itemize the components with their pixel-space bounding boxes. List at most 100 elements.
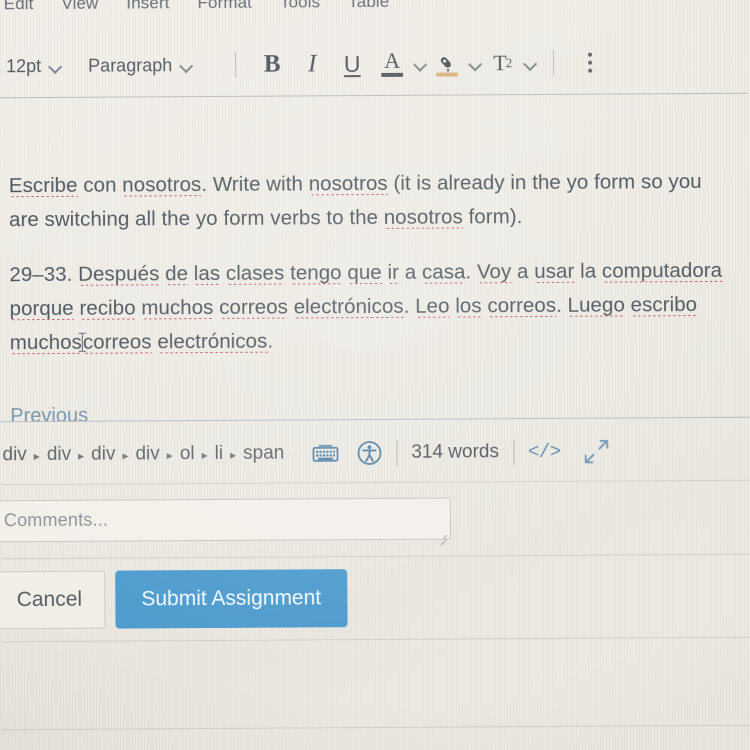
breadcrumb-separator-icon: ▸ <box>166 448 173 463</box>
superscript-base: T <box>493 50 506 76</box>
paragraph-instructions: Escribe con nosotros. Write with nosotro… <box>8 170 702 232</box>
editor-content-area[interactable]: Escribe con nosotros. Write with nosotro… <box>0 103 750 428</box>
misspelled-word: tengo <box>290 261 342 285</box>
misspelled-word: los <box>455 294 482 318</box>
paragraph-answer: 29–33. Después de las clases tengo que i… <box>9 258 723 355</box>
font-size-value: 12pt <box>6 55 42 76</box>
misspelled-word: muchos <box>9 330 82 355</box>
breadcrumb-item[interactable]: div <box>47 444 71 466</box>
breadcrumb-separator-icon: ▸ <box>230 447 237 462</box>
highlighter-pen-icon <box>434 49 460 77</box>
misspelled-word: que <box>347 260 382 285</box>
misspelled-word: nosotros <box>122 173 202 197</box>
submit-assignment-button[interactable]: Submit Assignment <box>115 569 348 629</box>
misspelled-word: de <box>165 262 189 286</box>
status-bar-divider <box>512 439 515 466</box>
previous-link[interactable]: Previous <box>10 404 88 427</box>
misspelled-word: Voy <box>476 260 512 284</box>
chevron-down-icon <box>180 61 193 69</box>
misspelled-word: correos <box>82 330 152 354</box>
chevron-down-icon[interactable] <box>414 60 427 68</box>
misspelled-word: correos <box>487 293 557 318</box>
breadcrumb-item[interactable]: span <box>243 443 284 465</box>
canvas-rich-text-editor-screen: Edit View Insert Format Tools Table 12pt… <box>0 0 750 750</box>
accessibility-checker-icon[interactable] <box>356 440 382 466</box>
comments-input[interactable] <box>0 497 452 543</box>
breadcrumb-item[interactable]: li <box>215 443 224 465</box>
highlight-color-swatch <box>436 72 459 77</box>
formatting-toolbar: 12pt Paragraph B I U A T 2 <box>0 34 748 95</box>
comments-field-wrapper <box>0 497 452 548</box>
misspelled-word: electrónicos <box>293 294 404 319</box>
breadcrumb-separator-icon: ▸ <box>201 448 208 463</box>
status-bar-divider <box>396 439 398 466</box>
vertical-dots-icon <box>588 52 593 73</box>
item-number: 29–33. <box>9 262 79 287</box>
misspelled-word: nosotros <box>308 171 388 196</box>
menu-bar: Edit View Insert Format Tools Table <box>0 0 748 19</box>
misspelled-word: porque <box>9 296 74 321</box>
font-size-dropdown[interactable]: 12pt <box>6 55 62 76</box>
element-path-breadcrumb: div ▸ div ▸ div ▸ div ▸ ol ▸ li ▸ span <box>2 443 284 467</box>
underline-button[interactable]: U <box>332 44 372 84</box>
html-editor-icon[interactable]: </> <box>528 441 561 463</box>
editor-status-bar: div ▸ div ▸ div ▸ div ▸ ol ▸ li ▸ span 3… <box>0 428 750 479</box>
highlight-button[interactable] <box>427 43 467 83</box>
misspelled-word: ir <box>387 260 400 284</box>
actions-top-divider <box>1 553 750 560</box>
page-footer-divider <box>2 724 750 731</box>
breadcrumb-item[interactable]: div <box>91 444 115 466</box>
misspelled-word: clases <box>225 261 285 285</box>
chevron-down-icon <box>49 62 62 70</box>
keyboard-shortcuts-icon[interactable] <box>312 443 339 463</box>
misspelled-word: electrónicos <box>157 329 268 354</box>
menu-item-edit[interactable]: Edit <box>4 0 34 14</box>
superscript-group: T2 <box>482 43 537 83</box>
breadcrumb-item[interactable]: div <box>135 443 159 465</box>
toolbar-divider <box>553 49 555 76</box>
superscript-button[interactable]: T2 <box>482 43 522 83</box>
menu-item-format[interactable]: Format <box>197 0 252 13</box>
cancel-button[interactable]: Cancel <box>0 570 106 630</box>
misspelled-word: muchos <box>141 295 214 320</box>
page-bottom-divider <box>1 636 750 643</box>
highlight-color-group <box>427 43 482 83</box>
chevron-down-icon[interactable] <box>469 59 482 67</box>
block-format-dropdown[interactable]: Paragraph <box>88 55 193 77</box>
font-color-icon: A <box>379 48 405 78</box>
misspelled-word: casa <box>421 260 466 284</box>
italic-button[interactable]: I <box>292 44 332 84</box>
comments-top-divider <box>0 479 750 486</box>
chevron-down-icon[interactable] <box>524 59 537 67</box>
breadcrumb-separator-icon: ▸ <box>78 448 85 463</box>
word-count[interactable]: 314 words <box>411 441 499 464</box>
breadcrumb-item[interactable]: div <box>2 444 26 466</box>
status-bar-icons <box>312 440 382 466</box>
text-color-swatch <box>381 72 404 77</box>
misspelled-word: Luego <box>567 293 625 317</box>
misspelled-word: Después <box>78 262 160 286</box>
text-color-button[interactable]: A <box>372 44 412 84</box>
misspelled-word: correos <box>219 295 288 319</box>
misspelled-word: las <box>193 261 221 286</box>
bold-button[interactable]: B <box>252 45 292 85</box>
menu-item-view[interactable]: View <box>61 0 98 14</box>
fullscreen-expand-icon[interactable] <box>583 438 611 466</box>
text-color-group: A <box>372 44 427 84</box>
toolbar-overflow-button[interactable] <box>570 43 610 83</box>
menu-item-table[interactable]: Table <box>348 0 389 12</box>
misspelled-word: computadora <box>601 258 723 283</box>
misspelled-word: Leo <box>415 294 450 318</box>
superscript-exponent: 2 <box>505 55 512 71</box>
misspelled-word: recibo <box>79 296 136 320</box>
misspelled-word: Escribe <box>8 173 78 198</box>
assignment-actions: Cancel Submit Assignment <box>0 569 348 630</box>
block-format-value: Paragraph <box>88 54 173 76</box>
breadcrumb-item[interactable]: ol <box>180 443 195 465</box>
breadcrumb-separator-icon: ▸ <box>33 449 40 464</box>
misspelled-word: usar <box>534 259 575 284</box>
menu-item-insert[interactable]: Insert <box>126 0 169 14</box>
menu-item-tools[interactable]: Tools <box>280 0 320 13</box>
toolbar-divider <box>235 51 237 78</box>
misspelled-word: escribo <box>630 293 698 317</box>
